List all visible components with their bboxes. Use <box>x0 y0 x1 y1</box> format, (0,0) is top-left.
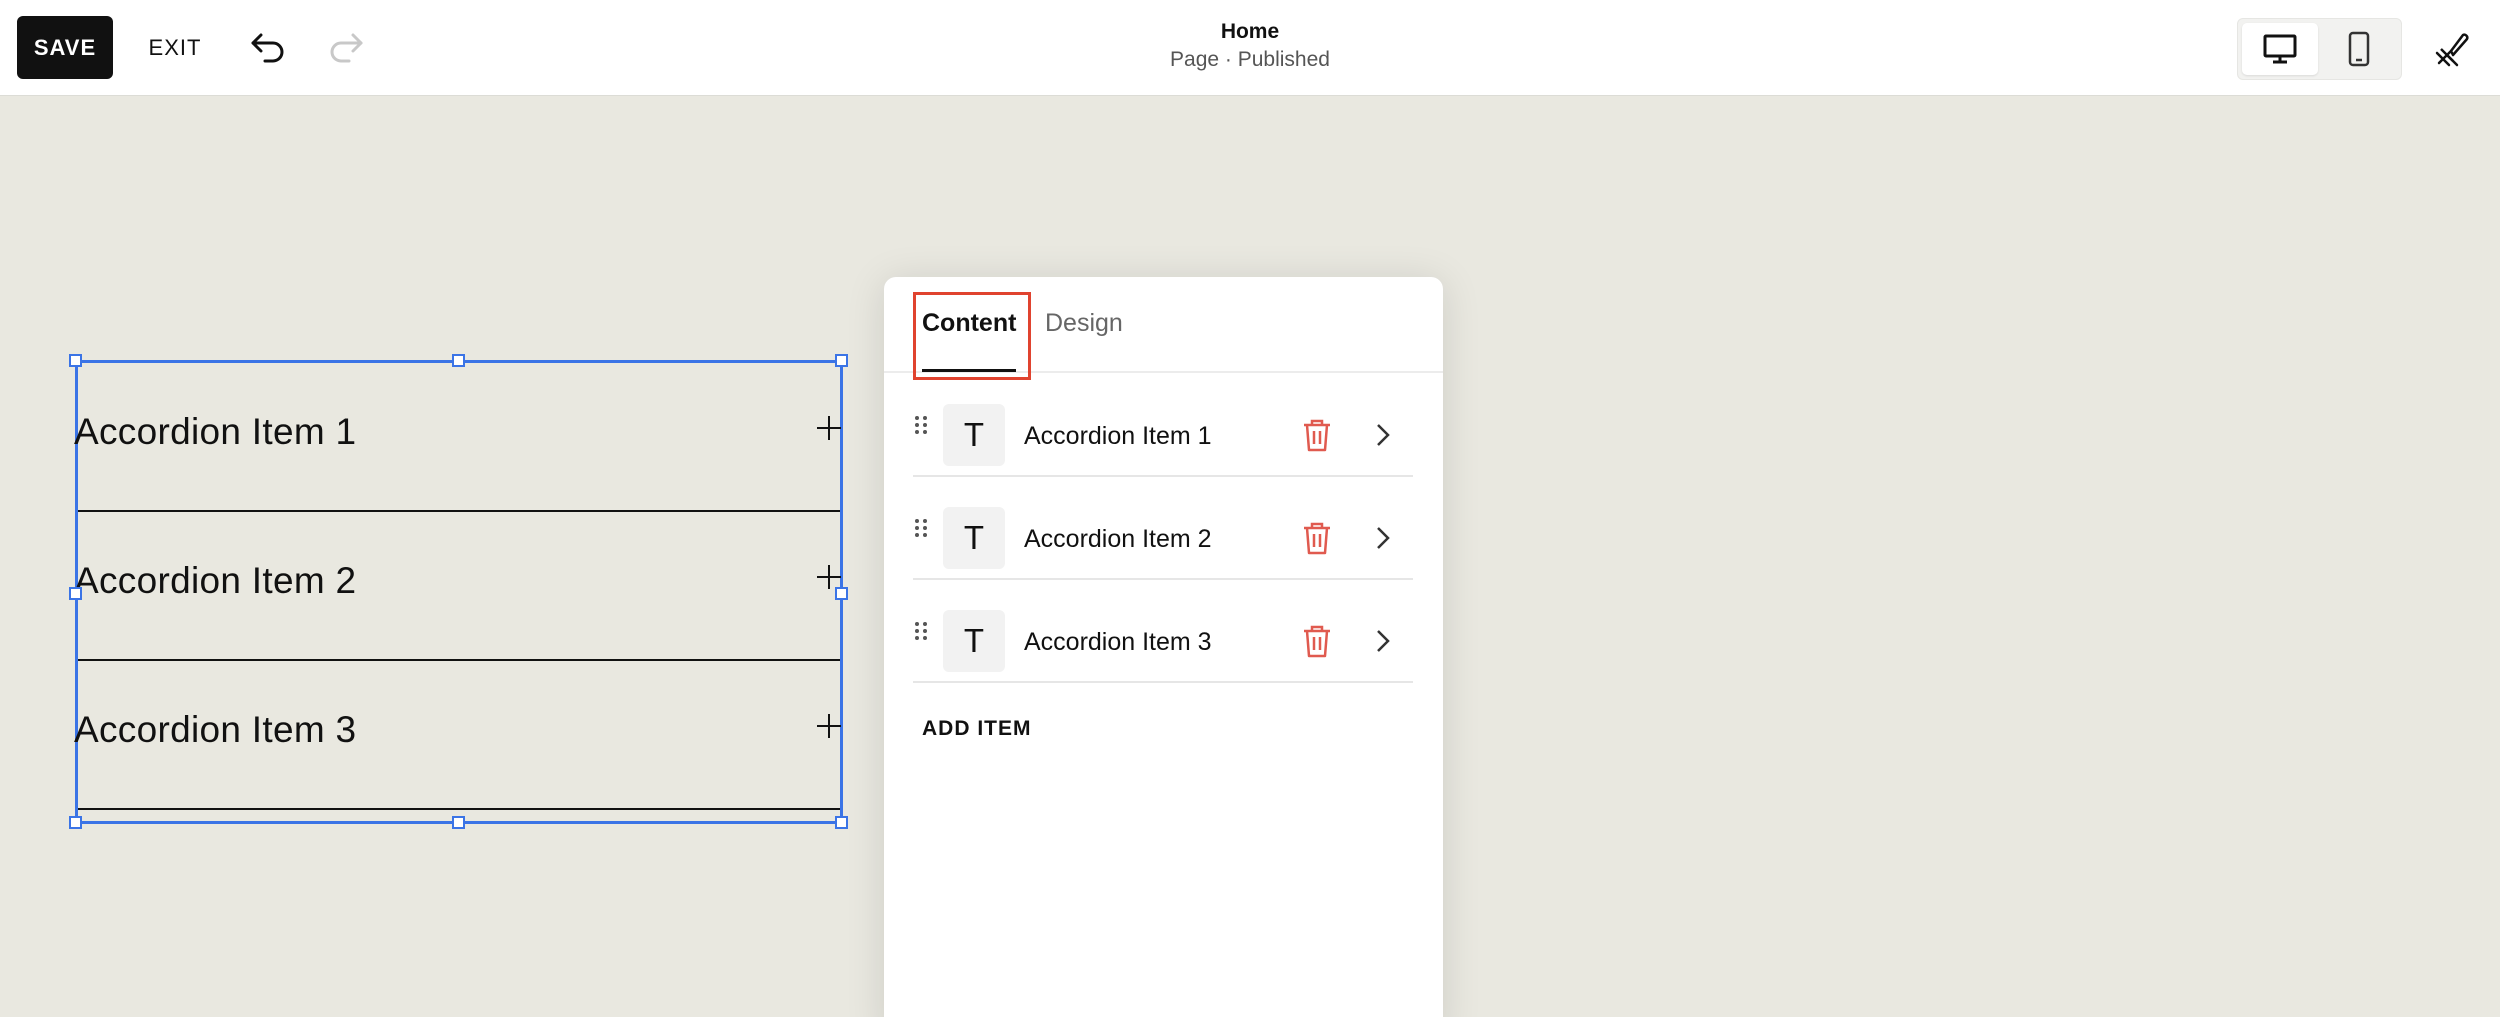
trash-icon[interactable] <box>1301 624 1333 658</box>
paintbrush-icon[interactable] <box>2425 24 2481 74</box>
desktop-icon[interactable] <box>2242 23 2318 75</box>
device-toggle <box>2237 18 2402 80</box>
accordion-item-title: Accordion Item 1 <box>74 411 357 452</box>
mobile-icon[interactable] <box>2321 23 2397 75</box>
chevron-right-icon[interactable] <box>1373 422 1393 448</box>
item-label: Accordion Item 2 <box>1024 525 1212 553</box>
resize-handle-bottom[interactable] <box>452 816 465 829</box>
text-type-icon: T <box>943 610 1005 672</box>
accordion-items-list: T Accordion Item 1 T Accordion Item 2 T … <box>913 374 1413 683</box>
resize-handle-bottom-left[interactable] <box>69 816 82 829</box>
block-editor-panel: Content Design T Accordion Item 1 T Acco… <box>884 277 1443 1017</box>
page-status: Page · Published <box>1170 48 1330 71</box>
item-label: Accordion Item 3 <box>1024 628 1212 656</box>
top-toolbar: SAVE EXIT Home Page · Published <box>0 0 2500 96</box>
accordion-item-title: Accordion Item 3 <box>74 709 357 750</box>
item-label: Accordion Item 1 <box>1024 422 1212 450</box>
chevron-right-icon[interactable] <box>1373 628 1393 654</box>
page-title: Home <box>1220 20 1280 43</box>
add-item-button[interactable]: ADD ITEM <box>922 717 1032 741</box>
exit-button[interactable]: EXIT <box>140 16 210 79</box>
resize-handle-left[interactable] <box>69 587 82 600</box>
plus-icon[interactable] <box>816 713 842 739</box>
drag-handle-icon[interactable] <box>913 517 929 539</box>
resize-handle-top[interactable] <box>452 354 465 367</box>
text-type-icon: T <box>943 404 1005 466</box>
tab-design[interactable]: Design <box>1045 309 1123 338</box>
accordion-item[interactable]: Accordion Item 1 <box>74 363 842 512</box>
list-item[interactable]: T Accordion Item 3 <box>913 580 1413 683</box>
accordion-item[interactable]: Accordion Item 2 <box>74 512 841 661</box>
list-item[interactable]: T Accordion Item 1 <box>913 374 1413 477</box>
accordion-item[interactable]: Accordion Item 3 <box>74 661 842 810</box>
text-type-icon: T <box>943 507 1005 569</box>
undo-icon[interactable] <box>244 24 292 72</box>
redo-icon[interactable] <box>322 24 370 72</box>
list-item[interactable]: T Accordion Item 2 <box>913 477 1413 580</box>
accordion-item-title: Accordion Item 2 <box>74 560 357 601</box>
drag-handle-icon[interactable] <box>913 414 929 436</box>
accordion-divider <box>78 808 840 810</box>
trash-icon[interactable] <box>1301 521 1333 555</box>
resize-handle-right[interactable] <box>835 587 848 600</box>
drag-handle-icon[interactable] <box>913 620 929 642</box>
plus-icon[interactable] <box>816 415 842 441</box>
tab-highlight-box <box>913 292 1031 380</box>
chevron-right-icon[interactable] <box>1373 525 1393 551</box>
accordion-block[interactable]: Accordion Item 1 Accordion Item 2 Accord… <box>69 354 848 829</box>
resize-handle-top-left[interactable] <box>69 354 82 367</box>
trash-icon[interactable] <box>1301 418 1333 452</box>
resize-handle-top-right[interactable] <box>835 354 848 367</box>
save-button[interactable]: SAVE <box>17 16 113 79</box>
resize-handle-bottom-right[interactable] <box>835 816 848 829</box>
